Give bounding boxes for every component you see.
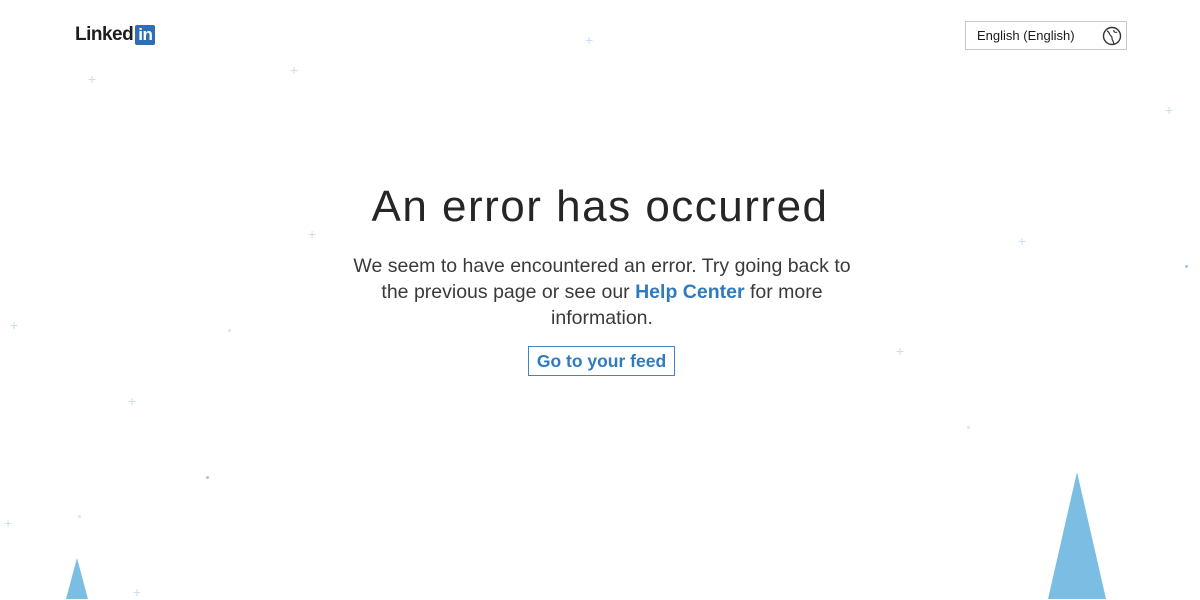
language-selected: English (English) (977, 28, 1075, 43)
sparkle-icon: + (896, 343, 905, 359)
dot-decoration (78, 515, 81, 518)
dot-decoration (967, 426, 970, 429)
language-selector[interactable]: English (English) (965, 21, 1127, 50)
dot-decoration (1185, 265, 1188, 268)
sparkle-icon: + (308, 226, 317, 242)
sparkle-icon: + (290, 62, 299, 78)
sparkle-icon: + (88, 71, 97, 87)
error-message: We seem to have encountered an error. Tr… (340, 253, 864, 331)
sparkle-icon: + (133, 584, 142, 600)
help-center-link[interactable]: Help Center (635, 281, 744, 303)
sparkle-icon: + (1018, 233, 1027, 249)
sparkle-icon: + (4, 515, 13, 531)
logo-badge: in (135, 25, 156, 45)
sparkle-icon: + (1165, 102, 1174, 118)
tree-decoration (1048, 472, 1106, 599)
page-title: An error has occurred (371, 182, 829, 231)
go-to-feed-button[interactable]: Go to your feed (528, 346, 675, 376)
sparkle-icon: + (10, 317, 19, 333)
globe-icon (1102, 26, 1122, 45)
dot-decoration (206, 476, 209, 479)
sparkle-icon: + (585, 32, 594, 48)
tree-decoration (66, 558, 88, 599)
logo-text: Linked (75, 24, 134, 45)
sparkle-icon: + (128, 393, 137, 409)
dot-decoration (228, 329, 231, 332)
linkedin-logo[interactable]: Linked in (75, 24, 156, 46)
